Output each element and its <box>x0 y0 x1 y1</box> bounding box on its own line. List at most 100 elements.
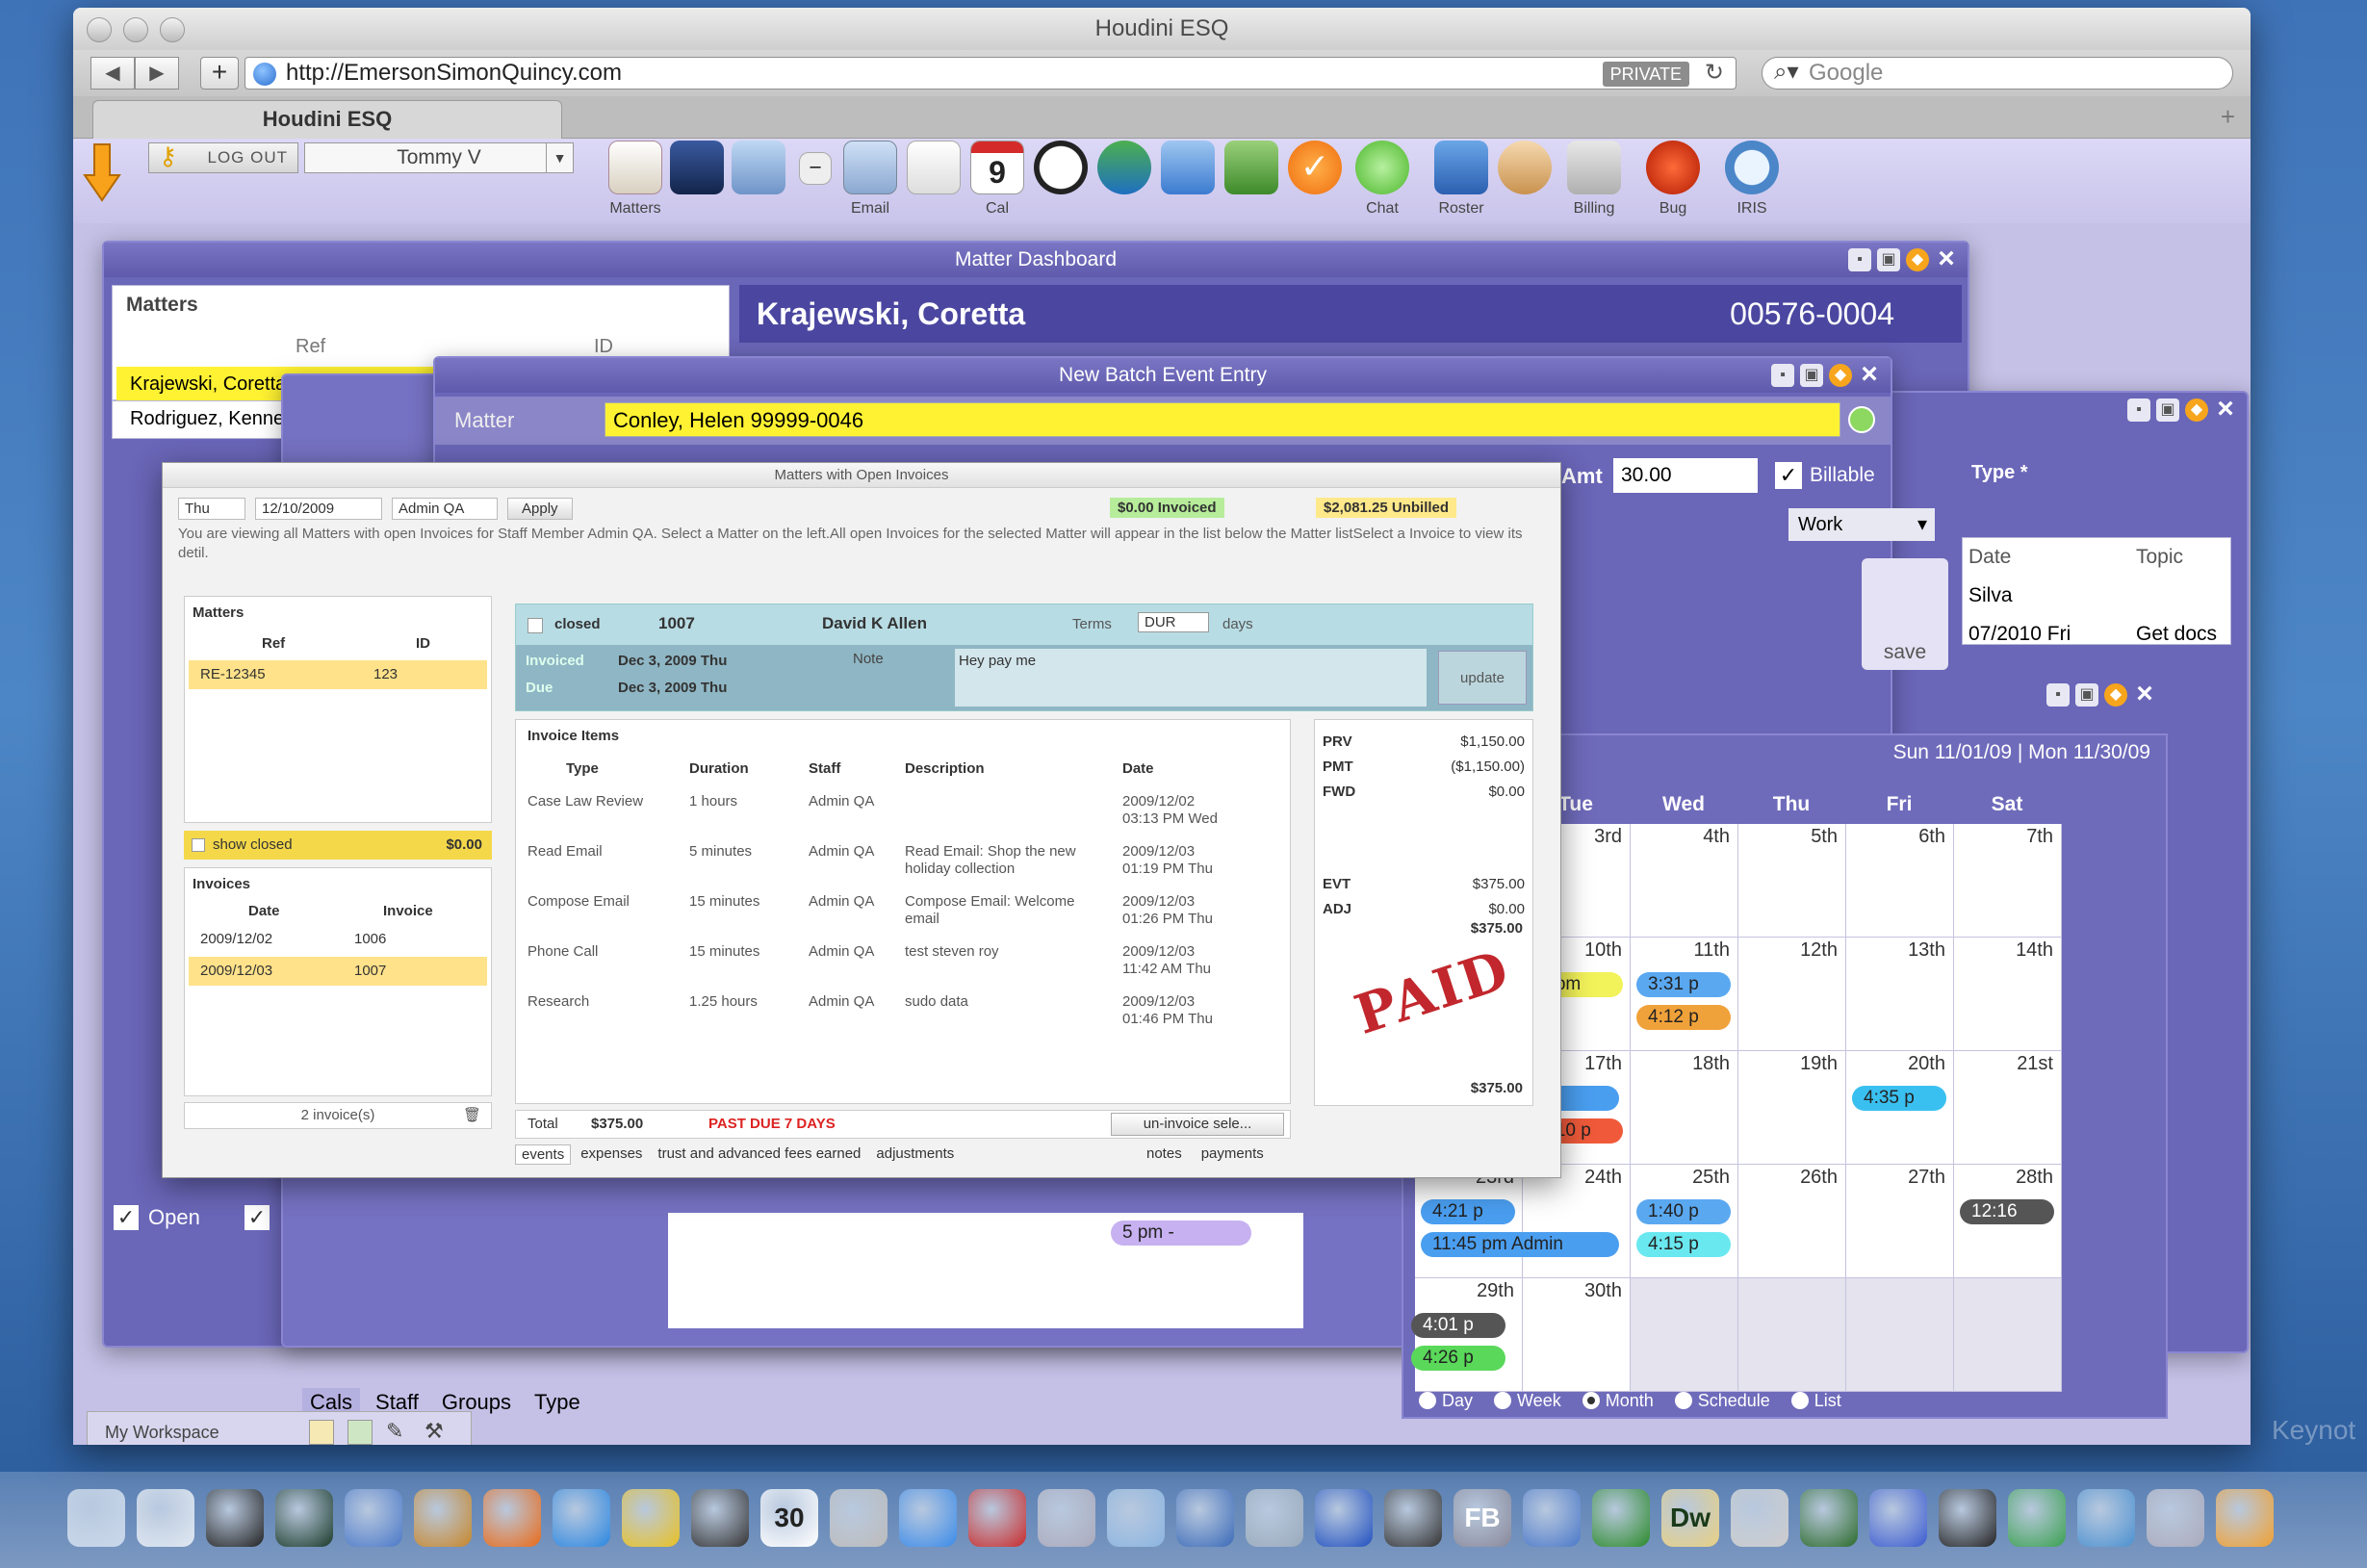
maximize-icon[interactable]: ▣ <box>1800 364 1823 387</box>
zoom-window-button[interactable] <box>160 17 185 42</box>
dock-app-icon[interactable] <box>1869 1489 1927 1547</box>
dock-app-icon[interactable]: Dw <box>1661 1489 1719 1547</box>
restore-icon[interactable]: ▪ <box>2046 683 2070 707</box>
dock-app-icon[interactable] <box>2216 1489 2274 1547</box>
calendar-icon[interactable]: 9 <box>970 141 1024 194</box>
dock-app-icon[interactable] <box>1592 1489 1650 1547</box>
checklist-icon[interactable] <box>1224 141 1278 194</box>
new-tab-button[interactable]: + <box>2221 102 2235 132</box>
tab-notes[interactable]: notes <box>1141 1144 1188 1163</box>
add-bookmark-button[interactable]: + <box>200 57 239 90</box>
calendar-event[interactable]: 4:35 p <box>1852 1086 1946 1111</box>
calendar-event[interactable]: 4:26 p <box>1411 1346 1505 1371</box>
calendar-day-cell[interactable]: 26th <box>1738 1165 1846 1278</box>
dock-app-icon[interactable] <box>899 1489 957 1547</box>
close-icon[interactable]: × <box>2133 680 2156 708</box>
pen-icon[interactable] <box>670 141 724 194</box>
contacts-icon[interactable] <box>732 141 785 194</box>
dock-app-icon[interactable] <box>1176 1489 1234 1547</box>
invoice-item-row[interactable]: Phone Call 15 minutes Admin QA test steven … <box>516 943 1286 993</box>
options-icon[interactable]: ◆ <box>1829 364 1852 387</box>
down-arrow-icon[interactable] <box>83 142 121 202</box>
calendar-event[interactable]: 1:40 p <box>1636 1199 1731 1224</box>
dock-app-icon[interactable] <box>1315 1489 1373 1547</box>
calendar-day-cell[interactable]: 21st <box>1954 1051 2062 1165</box>
calendar-day-cell[interactable]: 12th <box>1738 938 1846 1051</box>
closed-checkbox[interactable] <box>527 618 543 633</box>
dock-app-icon[interactable] <box>345 1489 402 1547</box>
tab-adjustments[interactable]: adjustments <box>870 1144 960 1165</box>
reload-icon[interactable]: ↻ <box>1705 58 1724 89</box>
matter-row[interactable]: RE-12345 123 <box>189 660 487 689</box>
dock-app-icon[interactable] <box>553 1489 610 1547</box>
dock-app-icon[interactable] <box>1384 1489 1442 1547</box>
dock-app-icon[interactable] <box>483 1489 541 1547</box>
add-person-icon[interactable] <box>1498 141 1552 194</box>
view-month[interactable]: Month <box>1582 1391 1654 1411</box>
maximize-icon[interactable]: ▣ <box>2156 398 2179 422</box>
calendar-day-cell[interactable]: 7th <box>1954 824 2062 938</box>
dock-app-icon[interactable] <box>1800 1489 1858 1547</box>
second-checkbox[interactable]: ✓ <box>244 1205 270 1230</box>
list-small-icon[interactable] <box>347 1420 373 1445</box>
show-closed-checkbox[interactable] <box>192 838 205 852</box>
calendar-day-cell[interactable]: 19th <box>1738 1051 1846 1165</box>
close-icon[interactable]: × <box>2214 395 2237 424</box>
tab-trust-fees[interactable]: trust and advanced fees earned <box>652 1144 866 1165</box>
dock-app-icon[interactable] <box>67 1489 125 1547</box>
tab-payments[interactable]: payments <box>1196 1144 1270 1163</box>
view-week[interactable]: Week <box>1494 1391 1561 1411</box>
calendar-day-cell[interactable]: 4th <box>1631 824 1738 938</box>
forward-button[interactable]: ▶ <box>135 57 179 90</box>
maximize-icon[interactable]: ▣ <box>2075 683 2098 707</box>
calendar-event[interactable]: 12:16 <box>1960 1199 2054 1224</box>
calendar-day-cell[interactable] <box>1846 1278 1954 1392</box>
tab-events[interactable]: events <box>515 1144 572 1165</box>
calendar-day-cell[interactable] <box>1631 1278 1738 1392</box>
close-icon[interactable]: × <box>1858 360 1881 389</box>
dock-app-icon[interactable] <box>1246 1489 1303 1547</box>
restore-icon[interactable]: ▪ <box>1771 364 1794 387</box>
calendar-event[interactable]: 4:15 p <box>1636 1232 1731 1257</box>
dock-app-icon[interactable]: FB <box>1454 1489 1511 1547</box>
invoice-item-row[interactable]: Compose Email 15 minutes Admin QA Compose E… <box>516 893 1286 943</box>
pen-small-icon[interactable]: ✎ <box>386 1420 411 1445</box>
calendar-day-cell[interactable]: 6th <box>1846 824 1954 938</box>
row-topic[interactable]: Get docs <box>2136 623 2217 646</box>
wrench-small-icon[interactable]: ⚒ <box>425 1420 450 1445</box>
dock-app-icon[interactable] <box>1523 1489 1581 1547</box>
row-date[interactable]: 07/2010 Fri <box>1968 623 2071 646</box>
calendar-day-cell[interactable]: 24th <box>1523 1165 1631 1278</box>
view-day[interactable]: Day <box>1419 1391 1473 1411</box>
dock-app-icon[interactable] <box>1731 1489 1788 1547</box>
calendar-event[interactable]: 5 pm - <box>1111 1221 1251 1246</box>
dock-app-icon[interactable] <box>1107 1489 1165 1547</box>
dock-app-icon[interactable] <box>968 1489 1026 1547</box>
bug-icon[interactable] <box>1646 141 1700 194</box>
matters-book-icon[interactable] <box>608 141 662 194</box>
row-name[interactable]: Silva <box>1968 584 2013 607</box>
search-field[interactable]: ⌕▾ Google <box>1762 57 2233 90</box>
calendar-event[interactable]: 4:12 p <box>1636 1005 1731 1030</box>
url-field[interactable]: http://EmersonSimonQuincy.com PRIVATE ↻ <box>244 57 1737 90</box>
dock-app-icon[interactable]: 30 <box>760 1489 818 1547</box>
show-closed-bar[interactable]: show closed $0.00 <box>184 831 492 860</box>
logout-button[interactable]: ⚷ LOG OUT <box>148 141 298 173</box>
dock-app-icon[interactable] <box>206 1489 264 1547</box>
view-schedule[interactable]: Schedule <box>1674 1391 1770 1411</box>
maximize-icon[interactable]: ▣ <box>1877 248 1900 271</box>
calendar-event[interactable]: 11:45 pm Admin <box>1421 1232 1619 1257</box>
dock-app-icon[interactable] <box>622 1489 680 1547</box>
note-field[interactable]: Hey pay me <box>955 649 1427 707</box>
tab-houdini[interactable]: Houdini ESQ <box>92 100 562 139</box>
update-button[interactable]: update <box>1438 651 1527 705</box>
date-field[interactable]: 12/10/2009 <box>255 498 382 520</box>
dock-app-icon[interactable] <box>2008 1489 2066 1547</box>
trash-icon[interactable]: 🗑 <box>463 1103 481 1128</box>
invoice-item-row[interactable]: Read Email 5 minutes Admin QA Read Email: S… <box>516 843 1286 893</box>
view-list[interactable]: List <box>1790 1391 1841 1411</box>
options-icon[interactable]: ◆ <box>1906 248 1929 271</box>
iris-magnifier-icon[interactable] <box>1725 141 1779 194</box>
dock-app-icon[interactable] <box>830 1489 888 1547</box>
calendar-event[interactable]: 4:21 p <box>1421 1199 1515 1224</box>
